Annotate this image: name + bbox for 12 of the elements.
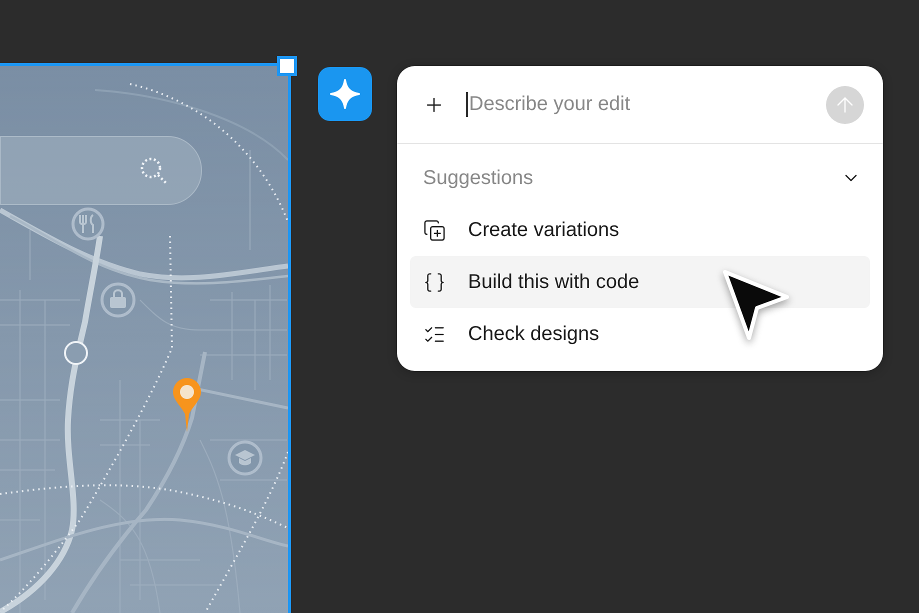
ai-assistant-button[interactable] [318,67,372,121]
suggestion-item[interactable]: Check designs [410,308,870,360]
location-pin-icon [173,378,201,432]
prompt-input[interactable]: Describe your edit [468,88,814,120]
sparkle-icon [329,78,361,110]
copy-plus-icon [423,218,446,242]
suggestion-item[interactable]: Create variations [410,204,870,256]
suggestion-item[interactable]: Build this with code [410,256,870,308]
resize-handle[interactable] [277,56,297,76]
braces-icon [423,270,446,294]
search-field[interactable] [0,136,202,205]
search-icon [139,156,169,186]
